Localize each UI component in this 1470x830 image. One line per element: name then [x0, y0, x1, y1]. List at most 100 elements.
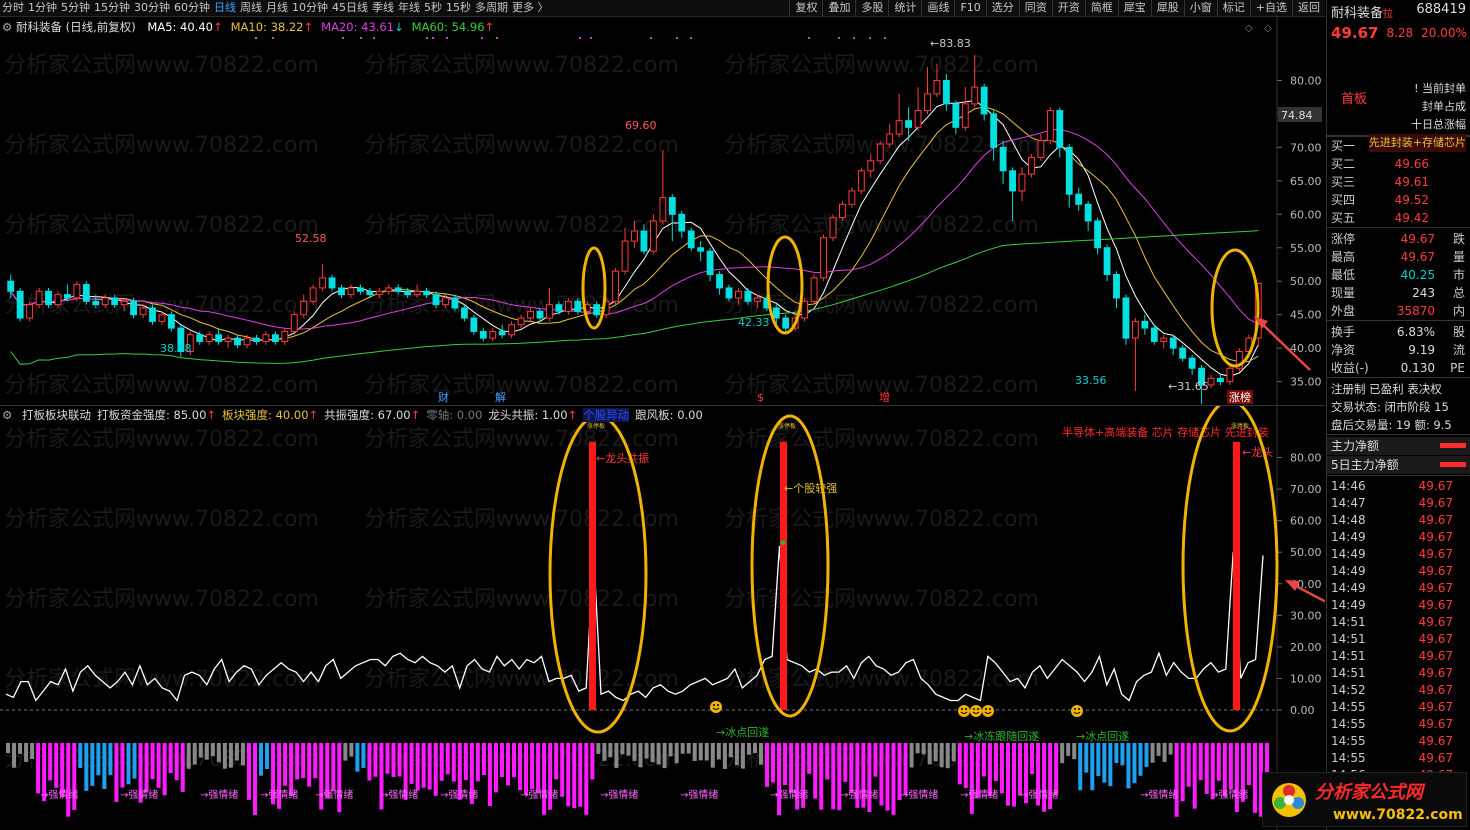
tick-row: 14:55 49.67 [1327, 750, 1470, 767]
oscillator-legend-item: 跟风板: 0.00 [635, 408, 703, 422]
tool-button[interactable]: +自选 [1249, 0, 1292, 16]
candle [649, 220, 657, 252]
tool-button[interactable]: 选分 [985, 0, 1019, 16]
ma-legend-item: MA10: 38.22 [230, 20, 304, 34]
emotion-bar [126, 743, 131, 785]
candle [394, 287, 402, 292]
emotion-bar [174, 743, 179, 781]
candle [1084, 203, 1092, 222]
oscillator-legend-item: 板块强度: 40.00 [222, 408, 309, 422]
emotion-bar [993, 743, 998, 781]
period-tab[interactable]: 15秒 [444, 0, 473, 16]
tool-button[interactable]: 开资 [1051, 0, 1085, 16]
tool-button[interactable]: 小窗 [1183, 0, 1217, 16]
emotion-bar [246, 743, 251, 800]
tool-button[interactable]: 多股 [855, 0, 888, 16]
emotion-bar [144, 743, 149, 792]
candle [356, 287, 364, 292]
candle [1094, 220, 1102, 249]
emotion-bar [512, 743, 517, 778]
tool-button[interactable]: 犀股 [1150, 0, 1184, 16]
candle [120, 300, 128, 306]
period-tab[interactable]: 季线 [370, 0, 396, 16]
settings-icon[interactable]: ⚙ [2, 20, 12, 34]
watermark: 分析家公式网www.70822.com [4, 133, 319, 158]
tick-price: 49.67 [1418, 751, 1453, 765]
tick-row: 14:51 49.67 [1327, 614, 1470, 631]
watermark: 分析家公式网www.70822.com [4, 507, 319, 532]
candle [64, 294, 71, 299]
watermark: 分析家公式网www.70822.com [4, 373, 319, 398]
price-chart-panel[interactable]: 80.0075.0070.0065.0060.0055.0050.0045.00… [0, 17, 1325, 478]
period-tab[interactable]: 5秒 [422, 0, 444, 16]
top-dot [884, 37, 886, 39]
candle [1169, 337, 1177, 349]
emotion-bar [999, 743, 1004, 794]
period-tab[interactable]: 日线 [212, 0, 238, 16]
price-pct: 20.00% [1421, 26, 1467, 40]
period-tab[interactable]: 60分钟 [172, 0, 212, 16]
period-tab[interactable]: 5分钟 [59, 0, 92, 16]
period-tab[interactable]: 多周期 [473, 0, 510, 16]
period-tab[interactable]: 1分钟 [26, 0, 59, 16]
candle [668, 197, 676, 215]
emotion-label: →强情绪 [520, 788, 558, 801]
period-tab[interactable]: 周线 [238, 0, 264, 16]
ma-legend: MA5: 40.40↑ MA10: 38.22↑ MA20: 43.61↓ MA60:… [139, 20, 494, 34]
period-tab[interactable]: 更多 〉 [510, 0, 551, 16]
emotion-bar [867, 743, 872, 812]
ma-arrow-icon: ↑ [484, 20, 495, 34]
tool-button[interactable]: 犀宝 [1117, 0, 1151, 16]
tool-button[interactable]: 画线 [921, 0, 954, 16]
period-tab[interactable]: 15分钟 [92, 0, 132, 16]
stat-row: 收益(-) 0.130 PE [1327, 359, 1470, 377]
emotion-bar [12, 743, 17, 768]
stat-value: 40.25 [1400, 268, 1435, 282]
stat-label: 现量 [1331, 286, 1356, 300]
ma-arrow-icon: ↓ [394, 20, 404, 34]
emotion-bar [337, 743, 342, 813]
emotion-bar [614, 743, 619, 768]
top-dot [373, 37, 375, 39]
tool-button[interactable]: 复权 [789, 0, 822, 16]
price-chart[interactable]: 80.0075.0070.0065.0060.0055.0050.0045.00… [0, 17, 1325, 478]
diamond-icon: ◇ [1264, 23, 1272, 34]
period-tab[interactable]: 年线 [396, 0, 422, 16]
tool-button[interactable]: 统计 [888, 0, 921, 16]
oscillator-panel[interactable]: 分析家公式网www.70822.com 分析家公式网www.70822.com 分析… [0, 399, 1411, 830]
candle [546, 304, 553, 319]
tool-button[interactable]: 同资 [1018, 0, 1052, 16]
tool-button[interactable]: 标记 [1216, 0, 1250, 16]
tool-button[interactable]: F10 [954, 0, 985, 16]
top-dot [360, 37, 362, 39]
tool-button[interactable]: 返回 [1292, 0, 1325, 16]
period-tab[interactable]: 月线 [264, 0, 290, 16]
emotion-bar [259, 743, 264, 776]
emotion-bar [596, 743, 601, 754]
emotion-label: →强情绪 [960, 788, 998, 801]
period-tab[interactable]: 10分钟 [290, 0, 330, 16]
candle [243, 337, 251, 346]
tool-button[interactable]: 叠加 [822, 0, 855, 16]
stat-label: 最高 [1331, 250, 1356, 264]
tick-list: 14:46 49.67 14:47 49.67 14:48 49.67 14:49 49.67… [1327, 475, 1470, 784]
highlight-ellipse [1210, 248, 1260, 368]
settings-icon[interactable]: ⚙ [2, 408, 12, 422]
smile-icon [958, 705, 970, 717]
price-row: 49.67 8.28 20.00% [1327, 22, 1470, 44]
emotion-label: →强情绪 [315, 788, 353, 801]
oscillator-legend-item: 个股异动 [583, 408, 630, 422]
stats2-list: 换手 6.83% 股净资 9.19 流收益(-) 0.130 PE [1327, 320, 1470, 377]
info-list: 注册制 已盈利 表决权 交易状态: 闭市阶段 15 盘后交易量: 19 额: 9.5 [1327, 377, 1470, 434]
tick-price: 49.67 [1418, 649, 1453, 663]
emotion-bar [1138, 743, 1143, 776]
bid-row: 买二 49.66 [1327, 155, 1470, 173]
tool-button[interactable]: 简框 [1084, 0, 1118, 16]
period-tab[interactable]: 30分钟 [132, 0, 172, 16]
oscillator-chart[interactable]: 分析家公式网www.70822.com 分析家公式网www.70822.com 分析… [0, 399, 1411, 830]
emotion-bar [265, 743, 270, 770]
brand-name: 分析家公式网 [1315, 782, 1426, 803]
period-tab[interactable]: 分时 [0, 0, 26, 16]
period-tab[interactable]: 45日线 [330, 0, 370, 16]
oscillator-legend-item: 打板板块联动 [21, 408, 91, 422]
